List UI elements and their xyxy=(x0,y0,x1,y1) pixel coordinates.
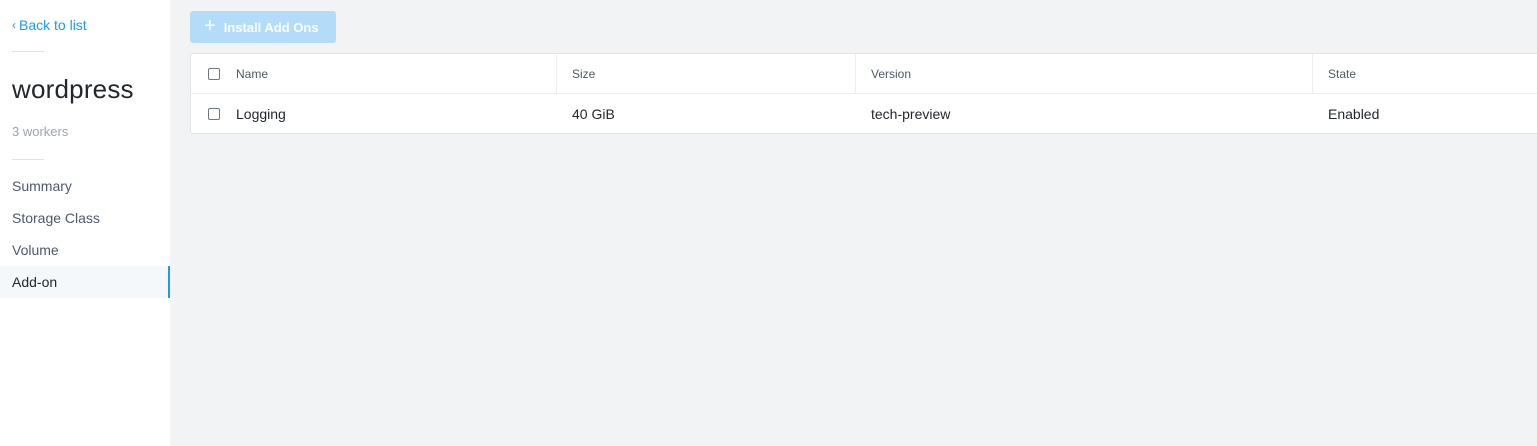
addon-state: Enabled xyxy=(1328,106,1380,122)
back-to-list-label: Back to list xyxy=(19,17,87,33)
page-title: wordpress xyxy=(12,74,134,104)
row-select-cell xyxy=(208,94,220,134)
sidebar-item-summary[interactable]: Summary xyxy=(0,170,170,202)
install-add-ons-button[interactable]: + Install Add Ons xyxy=(190,11,336,43)
install-add-ons-label: Install Add Ons xyxy=(223,19,319,35)
sidebar-item-label: Summary xyxy=(12,178,72,194)
column-header-size[interactable]: Size xyxy=(572,54,595,93)
page-subtitle: 3 workers xyxy=(12,124,69,139)
back-to-list-link[interactable]: ‹ Back to list xyxy=(12,17,87,33)
divider xyxy=(12,51,44,52)
sidebar-item-label: Add-on xyxy=(12,274,58,290)
column-header-state[interactable]: State xyxy=(1328,54,1356,93)
column-divider xyxy=(855,54,856,94)
column-divider xyxy=(556,54,557,94)
plus-icon: + xyxy=(204,15,216,37)
addon-name: Logging xyxy=(236,106,286,122)
sidebar-item-volume[interactable]: Volume xyxy=(0,234,170,266)
select-all-checkbox[interactable] xyxy=(208,67,220,80)
divider xyxy=(12,159,44,160)
row-checkbox[interactable] xyxy=(208,108,220,120)
app-root: ‹ Back to list wordpress 3 workers Summa… xyxy=(0,0,1537,446)
addon-size: 40 GiB xyxy=(572,106,615,122)
main-content: + Install Add Ons Name Size Version Stat… xyxy=(170,0,1537,446)
column-header-name[interactable]: Name xyxy=(236,54,268,93)
table-row[interactable]: Logging 40 GiB tech-preview Enabled xyxy=(191,94,1537,134)
sidebar-nav: Summary Storage Class Volume Add-on xyxy=(0,170,170,298)
addon-version: tech-preview xyxy=(871,106,951,122)
sidebar-item-add-on[interactable]: Add-on xyxy=(0,266,170,298)
add-ons-table: Name Size Version State Logging 40 GiB t… xyxy=(190,53,1537,134)
select-all-cell xyxy=(208,54,220,93)
sidebar: ‹ Back to list wordpress 3 workers Summa… xyxy=(0,0,170,446)
sidebar-item-storage-class[interactable]: Storage Class xyxy=(0,202,170,234)
column-header-version[interactable]: Version xyxy=(871,54,911,93)
table-header-row: Name Size Version State xyxy=(191,54,1537,94)
chevron-left-icon: ‹ xyxy=(12,18,16,32)
column-divider xyxy=(1312,54,1313,94)
sidebar-item-label: Volume xyxy=(12,242,59,258)
sidebar-item-label: Storage Class xyxy=(12,210,100,226)
